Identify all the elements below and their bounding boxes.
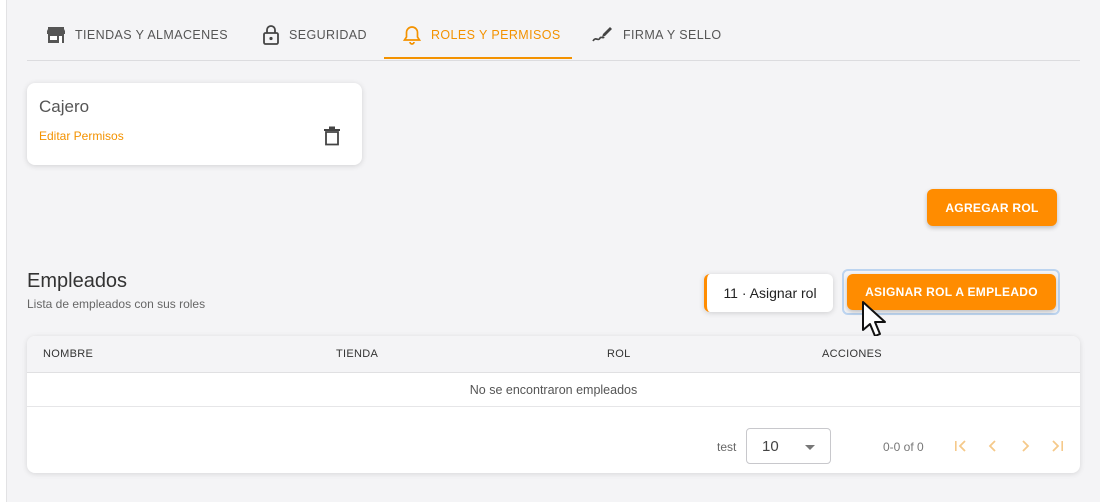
role-card: Cajero Editar Permisos: [27, 83, 362, 165]
side-panel-edge: [0, 0, 7, 502]
store-icon: [47, 27, 65, 43]
tab-label: ROLES Y PERMISOS: [431, 28, 561, 42]
employees-table: NOMBRE TIENDA ROL ACCIONES No se encontr…: [27, 336, 1080, 473]
step-tooltip: 11 · Asignar rol: [704, 274, 833, 312]
mouse-cursor-icon: [860, 300, 890, 340]
first-page-icon[interactable]: [953, 437, 969, 455]
empty-table-message: No se encontraron empleados: [27, 373, 1080, 407]
table-header: NOMBRE TIENDA ROL ACCIONES: [27, 336, 1080, 373]
tab-label: SEGURIDAD: [289, 28, 367, 42]
trash-icon[interactable]: [323, 126, 341, 146]
tab-label: TIENDAS Y ALMACENES: [75, 28, 229, 42]
rows-per-page-value: 10: [762, 438, 779, 455]
edit-permissions-link[interactable]: Editar Permisos: [39, 129, 124, 143]
column-header-acciones: ACCIONES: [822, 348, 882, 360]
tab-tiendas-almacenes[interactable]: TIENDAS Y ALMACENES: [47, 12, 228, 58]
active-tab-indicator: [384, 57, 572, 59]
employees-title: Empleados: [27, 270, 128, 292]
caret-down-icon: [805, 445, 815, 450]
settings-tabs: TIENDAS Y ALMACENES SEGURIDAD ROLES Y PE…: [27, 12, 1080, 61]
tab-roles-permisos[interactable]: ROLES Y PERMISOS: [403, 12, 561, 58]
column-header-tienda[interactable]: TIENDA: [336, 348, 378, 360]
column-header-nombre[interactable]: NOMBRE: [43, 348, 93, 360]
employees-subtitle: Lista de empleados con sus roles: [27, 297, 206, 311]
rows-per-page-select[interactable]: 10: [746, 428, 831, 464]
tab-label: FIRMA Y SELLO: [623, 28, 722, 42]
pagination-range: 0-0 of 0: [883, 440, 924, 454]
lock-icon: [263, 25, 279, 45]
role-name: Cajero: [39, 97, 90, 116]
bell-icon: [403, 25, 421, 45]
tab-seguridad[interactable]: SEGURIDAD: [263, 12, 367, 58]
rows-per-page-label: test: [717, 440, 737, 454]
add-role-button[interactable]: AGREGAR ROL: [927, 189, 1057, 226]
tab-firma-sello[interactable]: FIRMA Y SELLO: [591, 12, 722, 58]
column-header-rol[interactable]: ROL: [607, 348, 631, 360]
last-page-icon[interactable]: [1049, 437, 1065, 455]
next-page-icon[interactable]: [1017, 437, 1033, 455]
signature-icon: [591, 26, 613, 44]
prev-page-icon[interactable]: [985, 437, 1001, 455]
